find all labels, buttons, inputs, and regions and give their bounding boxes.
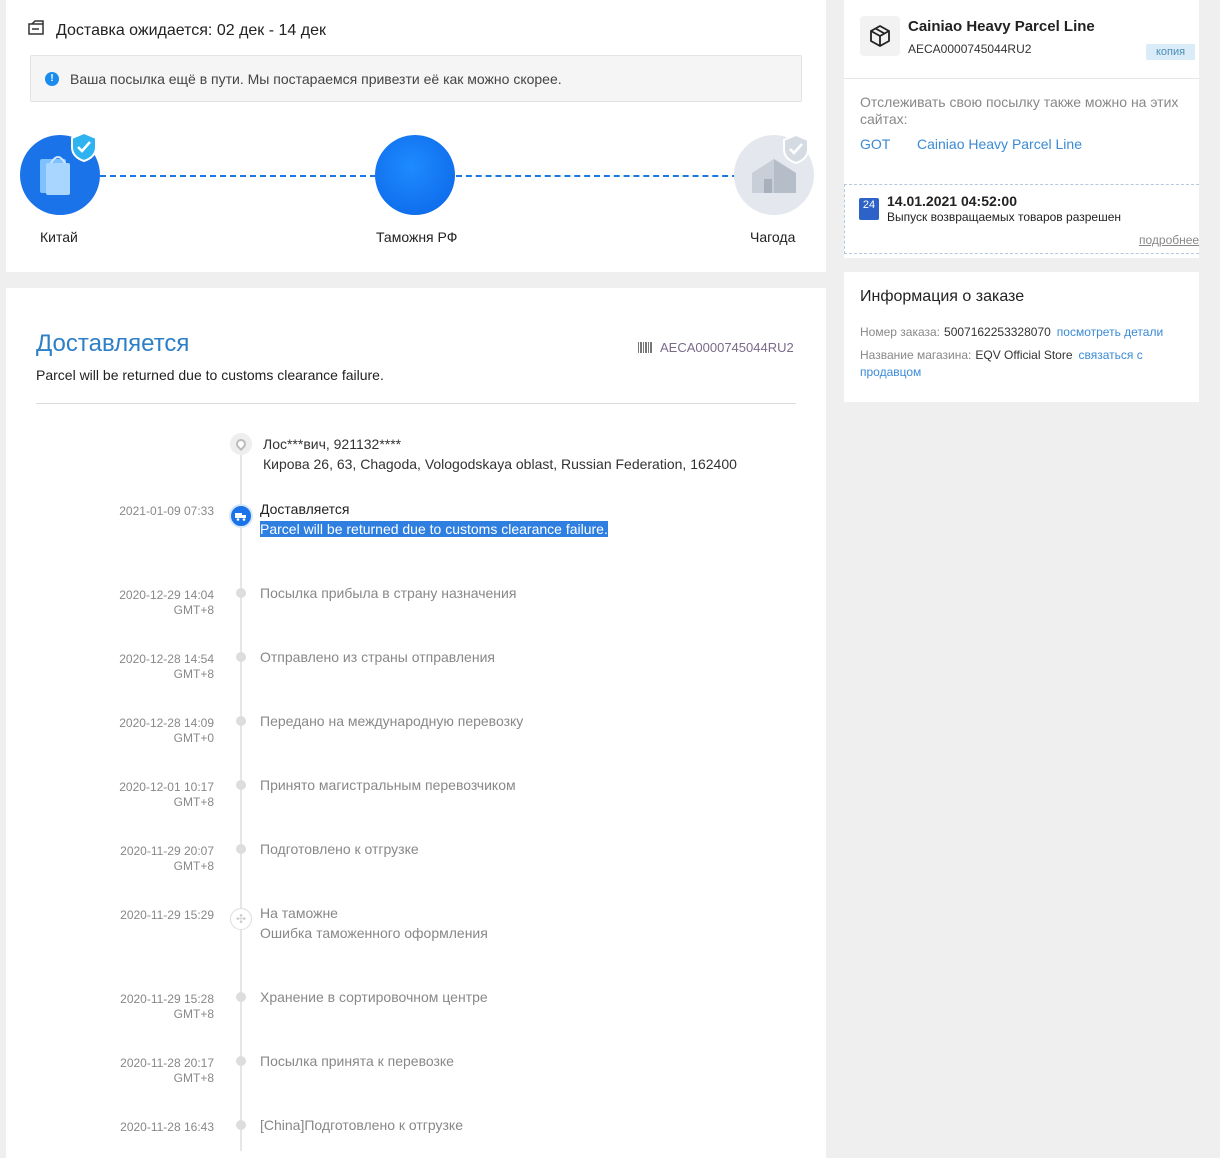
timeline-line	[240, 446, 242, 1151]
event-timezone: GMT+8	[173, 795, 214, 809]
timeline-dot	[236, 1056, 246, 1066]
route-line-1	[100, 175, 376, 177]
timeline-dot	[236, 844, 246, 854]
site-link-cainiao[interactable]: Cainiao Heavy Parcel Line	[917, 136, 1082, 152]
event-date: 2020-11-29 15:29	[120, 908, 214, 922]
location-pin-icon	[230, 433, 252, 455]
event-timezone: GMT+8	[173, 1007, 214, 1021]
store-name-value: EQV Official Store	[975, 348, 1073, 362]
copy-button[interactable]: копия	[1146, 44, 1196, 60]
event-date-text: 2020-12-29 14:04	[119, 588, 214, 602]
event-title: Доставляется	[260, 501, 350, 517]
timeline-dot	[236, 588, 246, 598]
list-item: [China]Подготовлено к отгрузке	[260, 1117, 463, 1133]
event-date: 2020-11-29 20:07 GMT+8	[6, 844, 214, 874]
customs-icon: ✣	[230, 908, 252, 930]
event-title: На таможне	[260, 905, 338, 921]
timeline-dot	[236, 992, 246, 1002]
carrier-card: Cainiao Heavy Parcel Line AECA0000745044…	[844, 0, 1199, 258]
event-date-text: 2020-12-01 10:17	[119, 780, 214, 794]
order-number-label: Номер заказа:	[860, 325, 941, 339]
event-date: 2020-12-28 14:09 GMT+0	[6, 716, 214, 746]
list-item: Принято магистральным перевозчиком	[260, 777, 516, 793]
order-info-card: Информация о заказе Номер заказа: 5007162…	[844, 272, 1199, 402]
tracking-card: Доставляется Parcel will be returned due…	[6, 288, 826, 1158]
store-name-label: Название магазина:	[860, 348, 972, 362]
notice-message: Выпуск возвращаемых товаров разрешен	[887, 210, 1122, 224]
list-item: Хранение в сортировочном центре	[260, 989, 488, 1005]
latest-notice: 24 14.01.2021 04:52:00 Выпуск возвращаем…	[844, 184, 1199, 254]
notice-time: 14.01.2021 04:52:00	[887, 193, 1017, 209]
calendar-icon-text: 24	[862, 199, 876, 211]
timeline-dot	[236, 780, 246, 790]
event-date-text: 2020-11-28 20:17	[120, 1056, 214, 1070]
event-timezone: GMT+0	[173, 731, 214, 745]
route-label-china: Китай	[40, 229, 78, 245]
delivery-truck-icon	[28, 20, 46, 41]
expected-delivery: Доставка ожидается: 02 дек - 14 дек	[28, 20, 326, 41]
checked-shield-icon	[782, 133, 810, 169]
in-transit-notice: ! Ваша посылка ещё в пути. Мы постараемс…	[30, 55, 802, 102]
carrier-tracking-code: AECA0000745044RU2	[908, 42, 1032, 56]
verified-shield-icon	[70, 131, 98, 167]
event-detail: Parcel will be returned due to customs c…	[260, 519, 608, 539]
view-details-link[interactable]: посмотреть детали	[1057, 325, 1163, 339]
route-node-customs	[375, 135, 455, 215]
in-transit-notice-text: Ваша посылка ещё в пути. Мы постараемся …	[70, 70, 562, 87]
package-icon	[860, 16, 900, 56]
carrier-name: Cainiao Heavy Parcel Line	[908, 18, 1095, 35]
timeline-dot	[236, 716, 246, 726]
event-date: 2020-12-28 14:54 GMT+8	[6, 652, 214, 682]
tracking-number[interactable]: AECA0000745044RU2	[638, 340, 794, 355]
list-item: Отправлено из страны отправления	[260, 649, 495, 665]
more-details-link[interactable]: подробнее	[1139, 233, 1200, 247]
store-name-row: Название магазина: EQV Official Store связ…	[860, 347, 1190, 381]
event-date-text: 2020-12-28 14:09	[119, 716, 214, 730]
barcode-icon	[638, 342, 652, 353]
event-timezone: GMT+8	[173, 603, 214, 617]
event-date: 2021-01-09 07:33	[119, 504, 214, 518]
order-number-row: Номер заказа: 5007162253328070 посмотреть …	[860, 324, 1190, 341]
route-label-destination: Чагода	[750, 229, 796, 245]
event-date-text: 2020-11-29 20:07	[120, 844, 214, 858]
event-timezone: GMT+8	[173, 1071, 214, 1085]
status-title: Доставляется	[36, 330, 190, 357]
list-item: Подготовлено к отгрузке	[260, 841, 419, 857]
divider	[36, 403, 796, 404]
list-item: На таможне Ошибка таможенного оформления	[260, 903, 488, 943]
calendar-icon: 24	[859, 198, 879, 220]
timeline-dot	[236, 1120, 246, 1130]
list-item: Посылка прибыла в страну назначения	[260, 585, 517, 601]
delivery-card: Доставка ожидается: 02 дек - 14 дек ! Ва…	[6, 0, 826, 272]
event-timezone: GMT+8	[173, 859, 214, 873]
order-info-title: Информация о заказе	[860, 288, 1025, 305]
divider	[844, 78, 1199, 79]
event-date-text: 2020-11-29 15:28	[120, 992, 214, 1006]
event-date: 2020-11-28 20:17 GMT+8	[6, 1056, 214, 1086]
status-subtitle: Parcel will be returned due to customs c…	[36, 367, 384, 383]
list-item: Посылка принята к перевозке	[260, 1053, 454, 1069]
site-link-got[interactable]: GOT	[860, 136, 890, 152]
event-date-text: 2020-12-28 14:54	[119, 652, 214, 666]
route-label-customs: Таможня РФ	[376, 229, 458, 245]
recipient-address: Кирова 26, 63, Chagoda, Vologodskaya obl…	[263, 456, 737, 472]
event-date: 2020-11-29 15:28 GMT+8	[6, 992, 214, 1022]
expected-delivery-label: Доставка ожидается: 02 дек - 14 дек	[56, 21, 326, 39]
also-track-text: Отслеживать свою посылку также можно на …	[860, 94, 1179, 127]
event-date: 2020-12-29 14:04 GMT+8	[6, 588, 214, 618]
info-icon: !	[45, 71, 59, 86]
timeline-dot	[236, 652, 246, 662]
tracking-number-text: AECA0000745044RU2	[660, 340, 794, 355]
list-item: Передано на международную перевозку	[260, 713, 524, 729]
selected-text: Parcel will be returned due to customs c…	[260, 521, 608, 537]
event-timezone: GMT+8	[173, 667, 214, 681]
list-item: Доставляется Parcel will be returned due…	[260, 499, 608, 539]
route-line-2	[456, 175, 738, 177]
event-date: 2020-11-28 16:43	[120, 1120, 214, 1134]
recipient-name-phone: Лос***вич, 921132****	[263, 436, 402, 452]
truck-icon	[229, 504, 253, 528]
event-detail: Ошибка таможенного оформления	[260, 925, 488, 941]
event-date: 2020-12-01 10:17 GMT+8	[6, 780, 214, 810]
order-number-value: 5007162253328070	[944, 325, 1051, 339]
